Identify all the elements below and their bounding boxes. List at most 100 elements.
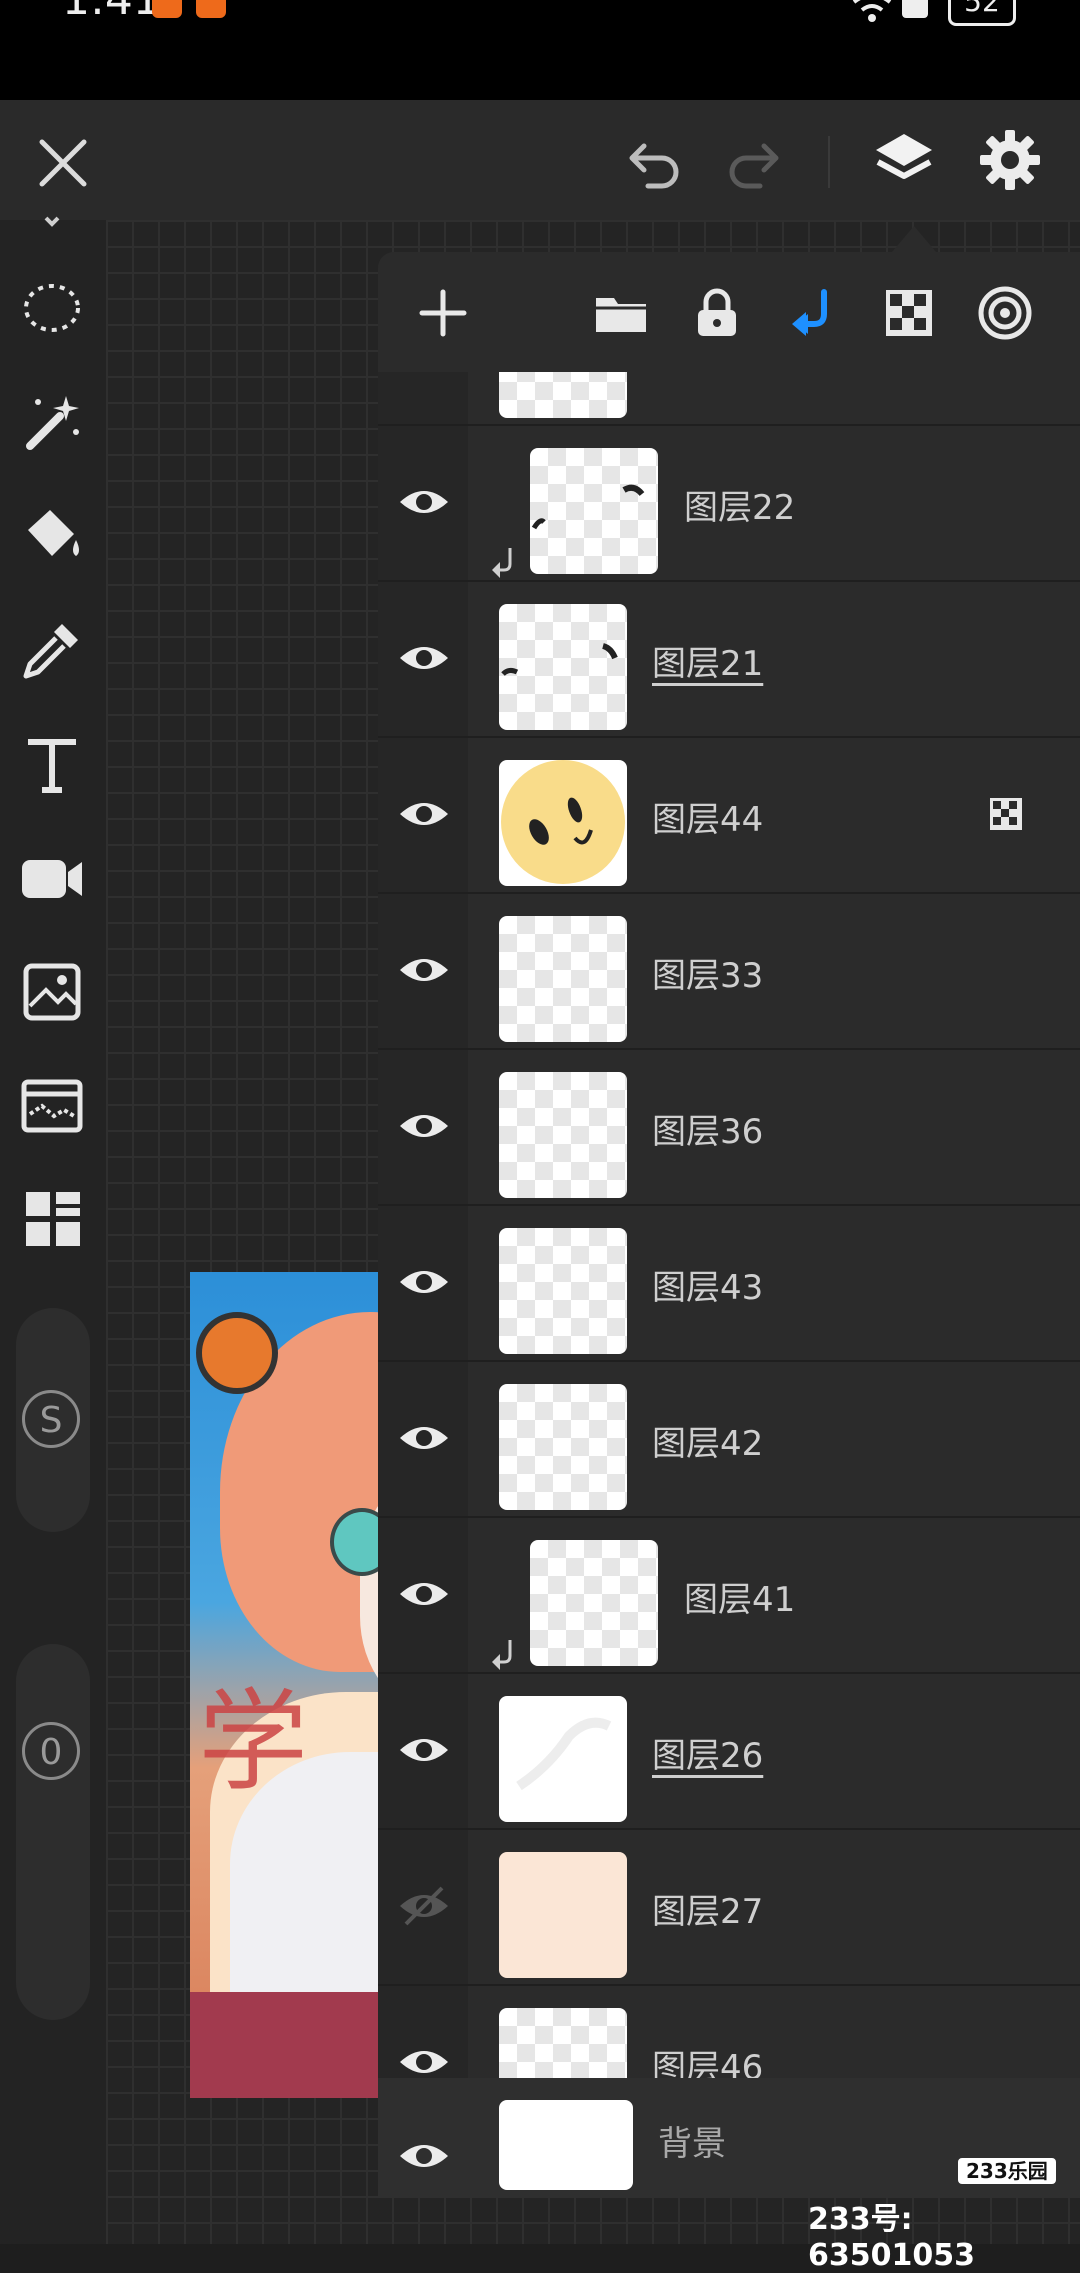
settings-gear-icon[interactable] [974,124,1046,196]
layer-thumbnail [499,372,627,418]
layer-name: 图层42 [652,1424,764,1464]
alpha-lock-checker-icon[interactable] [880,284,938,342]
layer-thumbnail [530,1540,658,1666]
background-layer-thumbnail [499,2100,633,2190]
layer-name: 图层33 [652,956,764,996]
eye-visible-icon[interactable] [396,2034,452,2078]
layer-row[interactable] [378,372,1080,426]
layers-panel-pointer [892,226,936,252]
eye-visible-icon[interactable] [396,1566,452,1622]
layers-button[interactable] [868,124,940,196]
eye-hidden-icon[interactable] [396,1878,452,1934]
layer-row[interactable]: 图层36 [378,1048,1080,1206]
layer-name: 图层21 [652,644,764,684]
app-notification-icon [152,0,182,18]
eye-visible-icon[interactable] [396,1098,452,1154]
redo-button[interactable] [720,130,786,196]
eye-visible-icon[interactable] [396,1254,452,1310]
layer-thumbnail [530,448,658,574]
eye-visible-icon[interactable] [396,786,452,842]
layer-thumbnail [499,1852,627,1978]
layer-name: 图层41 [684,1580,796,1620]
layer-row[interactable]: 图层42 [378,1360,1080,1518]
layer-thumbnail [499,916,627,1042]
brush-opacity-slider[interactable]: 0 [16,1644,90,2020]
lock-icon[interactable] [688,284,746,342]
text-tool[interactable] [16,728,88,800]
layer-thumbnail [499,1696,627,1822]
layer-row[interactable]: 图层44 [378,736,1080,894]
eye-visible-icon[interactable] [396,1410,452,1466]
brush-opacity-knob[interactable]: 0 [22,1722,80,1780]
eyedropper-icon [23,624,78,679]
layer-thumbnail [499,1072,627,1198]
layers-panel-header [378,252,1080,372]
wifi-icon [852,0,892,22]
magic-wand-tool[interactable] [16,386,88,458]
layer-name: 图层22 [684,488,796,528]
layer-list[interactable]: 图层22 图层21 图层44 图层33 图层36 图层43 图层42 图层41 … [378,372,1080,2078]
brush-size-knob[interactable]: S [22,1390,80,1448]
layer-row[interactable]: 图层27 [378,1828,1080,1986]
text-icon [28,739,76,793]
top-toolbar [0,100,1080,220]
alpha-lock-indicator-icon [990,798,1022,830]
import-image-tool[interactable] [16,956,88,1028]
eye-visible-icon[interactable] [396,474,452,530]
lasso-select-tool[interactable] [16,272,88,344]
grid-layout-icon [26,1192,80,1246]
add-layer-button[interactable] [414,284,472,342]
folder-icon[interactable] [592,284,650,342]
layer-name: 图层26 [652,1736,764,1776]
gallery-grid-tool[interactable] [16,1182,88,1254]
battery-indicator: 52 [948,0,1016,26]
layer-row[interactable]: 图层43 [378,1204,1080,1362]
layer-row[interactable]: 图层21 [378,580,1080,738]
eye-visible-icon[interactable] [396,2128,452,2184]
layer-row[interactable]: 图层46 [378,1984,1080,2078]
image-import-icon [23,963,81,1021]
layer-thumbnail [499,1228,627,1354]
layers-panel: 图层22 图层21 图层44 图层33 图层36 图层43 图层42 图层41 … [378,252,1080,2198]
fill-bucket-tool[interactable] [16,500,88,572]
layer-row[interactable]: 图层22 [378,424,1080,582]
layer-name: 图层36 [652,1112,764,1152]
eye-visible-icon[interactable] [396,942,452,998]
layer-name: 图层43 [652,1268,764,1308]
background-layer-name: 背景 [658,2124,726,2164]
layer-row[interactable]: 图层26 [378,1672,1080,1830]
undo-button[interactable] [622,130,688,196]
video-camera-icon [22,860,82,898]
clipping-mask-icon[interactable] [784,284,842,342]
layer-name: 图层44 [652,800,764,840]
layer-effects-target-icon[interactable] [976,284,1034,342]
left-toolbar: S 0 [0,216,106,2244]
watermark-logo: 233乐园 [958,2158,1056,2184]
layer-thumbnail [499,604,627,730]
close-button[interactable] [30,130,96,196]
layer-row[interactable]: 图层33 [378,892,1080,1050]
image-filter-icon [21,1079,83,1133]
eye-visible-icon[interactable] [396,630,452,686]
eyedropper-tool[interactable] [16,614,88,686]
magic-wand-icon [26,396,79,450]
toolbar-divider [828,136,830,188]
eye-visible-icon[interactable] [396,1722,452,1778]
filter-tool[interactable] [16,1070,88,1142]
status-bar: 1:41 52 [0,0,1080,100]
status-time: 1:41 [62,0,161,25]
sim-icon [902,0,928,18]
scroll-up-indicator-icon [44,216,60,227]
brush-size-slider[interactable]: S [16,1308,90,1532]
watermark-id: 233号: 63501053 [808,2202,975,2273]
paint-bucket-icon [28,510,79,556]
layer-name: 图层27 [652,1892,764,1932]
video-record-tool[interactable] [16,842,88,914]
lasso-icon [24,284,80,332]
layer-row[interactable]: 图层41 [378,1516,1080,1674]
layer-thumbnail [499,1384,627,1510]
layer-thumbnail [499,760,627,886]
layer-name: 图层46 [652,2048,764,2078]
layer-thumbnail [499,2008,627,2078]
app-notification-icon [196,0,226,18]
